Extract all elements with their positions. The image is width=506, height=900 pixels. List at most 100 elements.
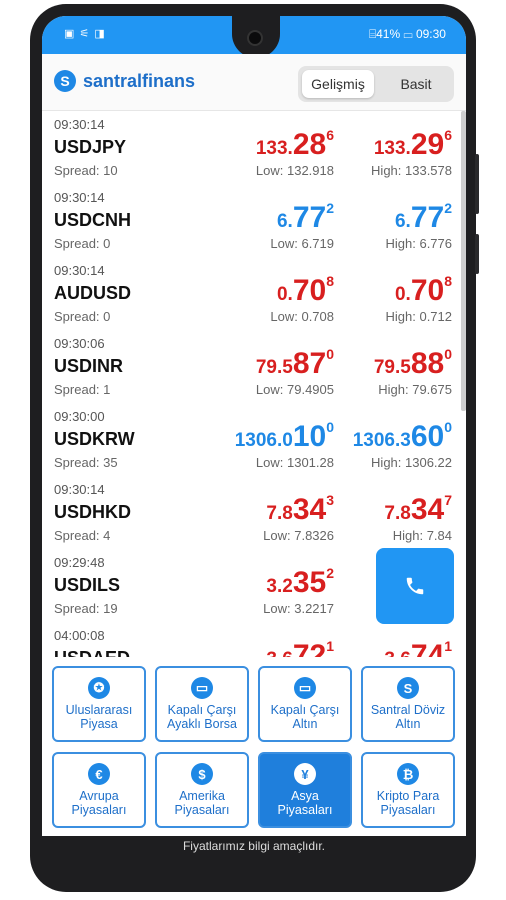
quote-spread: Spread: 35 [54, 455, 118, 470]
ask-price: 3.6741 [384, 638, 452, 657]
bid-price: 6.772 [277, 200, 334, 235]
bid-price-prefix: 3.6 [266, 649, 292, 657]
market-tile-label: Kripto Para Piyasaları [376, 789, 440, 817]
ask-price-prefix: 133. [373, 138, 411, 159]
market-tile[interactable]: ✪ Uluslararası Piyasa [52, 666, 146, 742]
bid-price-pips: 35 [292, 566, 327, 599]
quote-spread: Spread: 10 [54, 163, 118, 178]
euro-icon: € [88, 763, 110, 785]
bid-price-pips: 87 [292, 347, 327, 380]
quote-symbol: USDHKD [54, 502, 132, 522]
bid-price-prefix: 133. [255, 138, 293, 159]
view-mode-toggle: Gelişmiş Basit [298, 66, 454, 102]
ask-price-fraction: 7 [444, 492, 452, 508]
toggle-gelismis[interactable]: Gelişmiş [302, 70, 374, 98]
market-tile-label: Asya Piyasaları [277, 789, 333, 817]
quote-row[interactable]: 09:30:14 USDCNH Spread: 0 6.772 6.772 Low: 6.… [42, 184, 460, 258]
market-grid: ✪ Uluslararası Piyasa ▭ Kapalı Çarşı Ayaklı… [42, 658, 466, 830]
market-tile-label: Uluslararası Piyasa [65, 703, 133, 731]
quote-symbol: USDJPY [54, 137, 127, 157]
bar-icon: ▭ [191, 677, 213, 699]
quote-high: High: 0.712 [385, 309, 453, 324]
market-tile[interactable]: ▭ Kapalı Çarşı Altın [258, 666, 352, 742]
bitcoin-icon: ₿ [397, 763, 419, 785]
toggle-basit[interactable]: Basit [380, 70, 452, 98]
bid-price-fraction: 1 [326, 638, 334, 654]
ask-price-fraction: 6 [444, 127, 452, 143]
ask-price-prefix: 7.8 [384, 503, 411, 524]
quote-high: High: 1306.22 [371, 455, 452, 470]
ask-price-prefix: 79.5 [373, 357, 411, 378]
ask-price-fraction: 8 [444, 273, 452, 289]
scrollbar[interactable] [461, 111, 466, 411]
quote-high: High: 133.578 [371, 163, 452, 178]
status-icons: ▣ ⚟ ◨ [64, 28, 106, 40]
ask-price-pips: 29 [410, 128, 445, 161]
quote-spread: Spread: 19 [54, 601, 118, 616]
quote-time: 09:30:14 [54, 190, 105, 205]
bid-price-fraction: 2 [326, 565, 334, 581]
quote-low: Low: 132.918 [255, 163, 334, 178]
market-tile[interactable]: ▭ Kapalı Çarşı Ayaklı Borsa [155, 666, 249, 742]
quote-high: High: 6.776 [385, 236, 453, 251]
bid-price: 1306.0100 [235, 419, 334, 454]
bid-price-prefix: 3.2 [266, 576, 293, 597]
bid-price-fraction: 6 [326, 127, 334, 143]
bid-price-fraction: 3 [326, 492, 334, 508]
ask-price-prefix: 0. [394, 284, 411, 305]
ask-price-pips: 60 [410, 420, 445, 453]
bid-price-pips: 77 [292, 201, 327, 234]
quote-spread: Spread: 0 [54, 236, 111, 251]
ask-price-fraction: 1 [444, 638, 452, 654]
quote-row[interactable]: 09:30:14 USDHKD Spread: 4 7.8343 7.8347 Low: … [42, 476, 460, 550]
quote-time: 04:00:08 [54, 628, 105, 643]
ask-price-pips: 74 [410, 639, 445, 657]
bid-price-prefix: 1306.0 [234, 430, 293, 451]
ask-price-prefix: 6. [394, 211, 411, 232]
yen-icon: ¥ [294, 763, 316, 785]
camera-icon [247, 30, 263, 46]
quote-time: 09:30:14 [54, 482, 105, 497]
ask-price-prefix: 1306.3 [352, 430, 411, 451]
quote-low: Low: 3.2217 [263, 601, 334, 616]
market-tile-label: Kapalı Çarşı Ayaklı Borsa [167, 703, 237, 731]
bid-price-pips: 70 [292, 274, 327, 307]
quote-symbol: USDKRW [54, 429, 135, 449]
bid-price-fraction: 0 [326, 346, 334, 362]
quote-low: Low: 1301.28 [255, 455, 334, 470]
quote-symbol: USDINR [54, 356, 124, 376]
market-tile[interactable]: ¥ Asya Piyasaları [258, 752, 352, 828]
status-right: ⌸41% ▭ 09:30 [368, 27, 446, 41]
ask-price: 7.8347 [384, 492, 452, 527]
quote-symbol: AUDUSD [54, 283, 132, 303]
bid-price-pips: 28 [292, 128, 327, 161]
market-tile[interactable]: € Avrupa Piyasaları [52, 752, 146, 828]
market-tile[interactable]: ₿ Kripto Para Piyasaları [361, 752, 455, 828]
market-tile-label: Amerika Piyasaları [174, 789, 230, 817]
screen: ▣ ⚟ ◨ ⌸41% ▭ 09:30 S santralfinans Geliş… [42, 16, 466, 856]
quote-time: 09:30:14 [54, 117, 105, 132]
quote-symbol: USDAED [54, 648, 130, 657]
ask-price-pips: 77 [410, 201, 445, 234]
bid-price-pips: 72 [292, 639, 327, 657]
quote-row[interactable]: 09:30:00 USDKRW Spread: 35 1306.0100 1306.36… [42, 403, 460, 477]
quote-symbol: USDILS [54, 575, 121, 595]
market-tile-label: Avrupa Piyasaları [71, 789, 127, 817]
quote-row[interactable]: 04:00:08USDAED3.67213.6741 [42, 622, 460, 657]
call-button[interactable] [376, 548, 454, 624]
bid-price: 3.2352 [266, 565, 334, 600]
market-tile[interactable]: S Santral Döviz Altın [361, 666, 455, 742]
ask-price: 133.296 [374, 127, 452, 162]
quote-row[interactable]: 09:30:14 USDJPY Spread: 10 133.286 133.296 Lo… [42, 111, 460, 185]
quote-symbol: USDCNH [54, 210, 132, 230]
brand-icon: S [54, 70, 76, 92]
quote-spread: Spread: 1 [54, 382, 111, 397]
market-tile[interactable]: $ Amerika Piyasaları [155, 752, 249, 828]
quote-low: Low: 6.719 [270, 236, 334, 251]
quote-row[interactable]: 09:30:06 USDINR Spread: 1 79.5870 79.5880 Low… [42, 330, 460, 404]
ask-price-fraction: 0 [444, 346, 452, 362]
ask-price: 0.708 [395, 273, 452, 308]
ask-price: 6.772 [395, 200, 452, 235]
quote-row[interactable]: 09:30:14 AUDUSD Spread: 0 0.708 0.708 Low: 0.… [42, 257, 460, 331]
bid-price-fraction: 2 [326, 200, 334, 216]
